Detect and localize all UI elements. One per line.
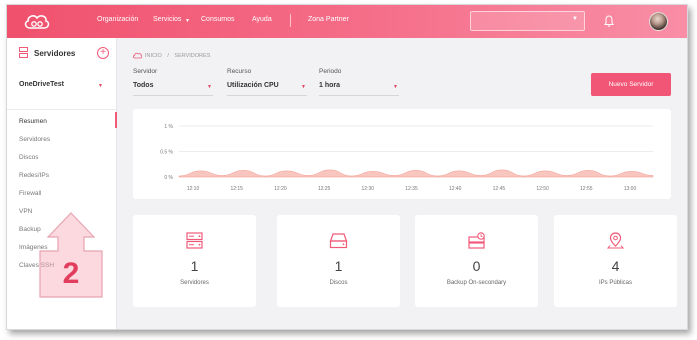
global-select[interactable]: ▼: [470, 11, 585, 31]
server-filter-select[interactable]: Todos ▼: [133, 78, 213, 96]
cpu-usage-chart: 1 % 0.5 % 0 % 12:10 12:15 12:20 12:25 12:30 12:3…: [160, 124, 654, 192]
server-stack-icon: [19, 47, 28, 58]
cpu-series-area: [178, 169, 654, 178]
x-tick-label: 12:20: [274, 186, 287, 192]
new-server-button[interactable]: Nuevo Servidor: [591, 73, 671, 96]
nav-ayuda[interactable]: Ayuda: [252, 16, 272, 23]
stat-card-servidores[interactable]: 1 Servidores: [133, 215, 256, 307]
annotation-arrow-2: 2: [39, 212, 103, 298]
backup-icon: [468, 232, 485, 249]
cpu-chart-card: 1 % 0.5 % 0 % 12:10 12:15 12:20 12:25 12:30 12:3…: [133, 109, 671, 199]
nav-consumos[interactable]: Consumos: [201, 16, 234, 23]
x-tick-label: 13:00: [624, 186, 637, 192]
add-server-button[interactable]: +: [97, 47, 109, 59]
bell-icon[interactable]: [604, 15, 614, 27]
period-filter-select[interactable]: 1 hora ▼: [319, 78, 399, 96]
sidebar-item-vpn[interactable]: VPN: [19, 208, 32, 215]
chevron-down-icon: ▼: [393, 84, 398, 90]
stat-label: IPs Públicas: [598, 280, 632, 286]
resource-filter-select[interactable]: Utilización CPU ▼: [227, 78, 307, 96]
x-tick-label: 12:40: [449, 186, 462, 192]
server-filter-label: Servidor: [133, 68, 158, 75]
x-tick-label: 12:15: [230, 186, 243, 192]
chevron-down-icon[interactable]: ▼: [98, 83, 103, 89]
location-pin-icon: [606, 232, 625, 249]
y-tick-label: 0 %: [164, 175, 173, 181]
resource-filter-value: Utilización CPU: [227, 82, 279, 89]
stat-value: 1: [334, 258, 343, 274]
breadcrumb: INICIO / SERVIDORES: [133, 53, 210, 59]
nav-servicios[interactable]: Servicios: [153, 16, 181, 23]
x-tick-label: 12:45: [493, 186, 506, 192]
sidebar-title: Servidores: [34, 49, 76, 58]
sidebar-item-resumen[interactable]: Resumen: [19, 118, 47, 125]
chevron-down-icon: ▼: [301, 84, 306, 90]
server-icon: [186, 232, 203, 249]
sidebar-divider: [7, 109, 117, 110]
x-tick-label: 12:25: [318, 186, 331, 192]
cloud-logo-icon[interactable]: [23, 13, 51, 30]
disk-icon: [329, 233, 348, 249]
sidebar-item-servidores[interactable]: Servidores: [19, 136, 50, 143]
top-navbar: Organización Servicios ▼ Consumos Ayuda …: [7, 5, 687, 38]
stat-label: Servidores: [180, 280, 209, 286]
user-avatar[interactable]: [649, 12, 668, 31]
sidebar-item-discos[interactable]: Discos: [19, 154, 39, 161]
nav-organizacion[interactable]: Organización: [97, 16, 138, 23]
x-tick-label: 12:30: [362, 186, 375, 192]
stat-value: 0: [472, 258, 481, 274]
chevron-down-icon: ▼: [207, 84, 212, 90]
chevron-down-icon[interactable]: ▼: [185, 18, 190, 24]
y-tick-label: 0.5 %: [160, 150, 173, 156]
period-filter-value: 1 hora: [319, 82, 341, 89]
account-select[interactable]: OneDriveTest: [19, 81, 64, 88]
stat-label: Discos: [329, 280, 348, 286]
x-tick-label: 12:35: [405, 186, 418, 192]
breadcrumb-separator: /: [167, 53, 169, 59]
breadcrumb-current: SERVIDORES: [174, 53, 211, 59]
y-tick-label: 1 %: [164, 124, 173, 130]
breadcrumb-home[interactable]: INICIO: [145, 53, 162, 59]
resource-filter-label: Recurso: [227, 68, 252, 75]
stat-card-ips[interactable]: 4 IPs Públicas: [554, 215, 677, 307]
annotation-number: 2: [63, 257, 80, 290]
stat-label: Backup On-secondary: [446, 280, 507, 286]
nav-zona-partner[interactable]: Zona Partner: [308, 16, 349, 23]
stat-card-discos[interactable]: 1 Discos: [277, 215, 400, 307]
nav-separator: [290, 14, 291, 27]
stat-value: 1: [190, 258, 199, 274]
sidebar-item-redes-ips[interactable]: Redes/IPs: [19, 172, 49, 179]
x-tick-label: 12:10: [187, 186, 200, 192]
x-tick-label: 12:50: [536, 186, 549, 192]
chevron-down-icon: ▼: [572, 16, 578, 22]
app-window: Organización Servicios ▼ Consumos Ayuda …: [6, 4, 688, 330]
server-filter-value: Todos: [133, 82, 154, 89]
period-filter-label: Periodo: [319, 68, 342, 75]
stat-card-backup[interactable]: 0 Backup On-secondary: [415, 215, 538, 307]
stat-value: 4: [611, 258, 620, 274]
sidebar-item-firewall[interactable]: Firewall: [19, 190, 41, 197]
main-content: INICIO / SERVIDORES Servidor Todos ▼ Rec…: [117, 38, 687, 329]
x-tick-label: 12:55: [580, 186, 593, 192]
